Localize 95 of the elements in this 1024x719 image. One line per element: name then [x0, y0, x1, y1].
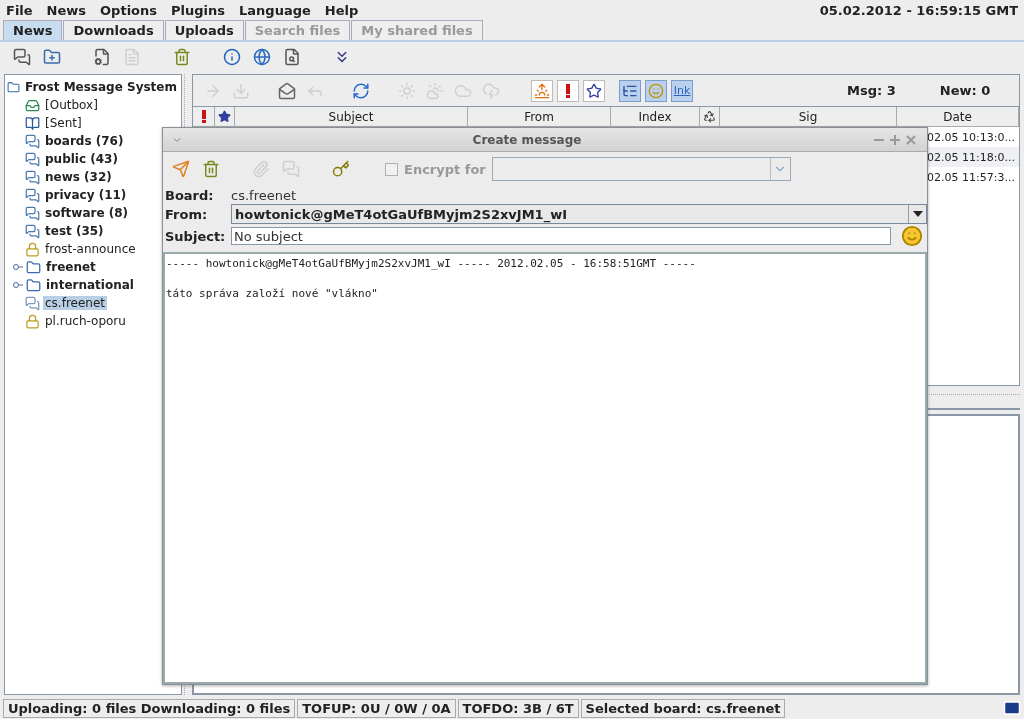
chat-icon	[25, 223, 40, 239]
cloud-sun-icon	[426, 81, 444, 100]
tree-item[interactable]: software (8)	[43, 206, 131, 220]
date-cell: 02.05 11:57:3...	[927, 170, 1015, 184]
collapsed-handle-icon[interactable]	[13, 263, 23, 271]
exclamation-icon	[566, 83, 570, 98]
exclamation-icon	[201, 110, 206, 123]
chat-icon	[25, 205, 40, 221]
chat-icon	[25, 295, 40, 311]
globe-icon	[253, 48, 271, 66]
menu-item[interactable]: Language	[239, 2, 311, 18]
tree-item[interactable]: freenet	[44, 260, 98, 274]
status-field: Uploading: 0 files Downloading: 0 files	[3, 698, 296, 718]
board-value: cs.freenet	[231, 187, 298, 203]
collapsed-handle-icon[interactable]	[13, 281, 23, 289]
recycle-icon	[703, 110, 716, 123]
tree-item[interactable]: international	[44, 278, 136, 292]
board-label: Board:	[165, 187, 215, 203]
status-field: TOFDO: 3B / 6T	[457, 698, 579, 718]
send-icon	[172, 160, 190, 178]
from-dropdown[interactable]: howtonick@gMeT4otGaUfBMyjm2S2xvJM1_wI	[231, 204, 927, 224]
subject-field[interactable]: No subject	[231, 227, 891, 245]
signature-line: ----- howtonick@gMeT4otGaUfBMyjm2S2xvJM1_wI ----- 2012.02.05 - 16:58:51GMT -----	[166, 257, 697, 272]
menu-item[interactable]: News	[46, 2, 87, 18]
chat-icon	[25, 133, 40, 149]
smiley-icon[interactable]	[901, 225, 923, 247]
tab[interactable]: Uploads	[164, 20, 244, 40]
from-label: From:	[165, 206, 209, 222]
window-title: Create message	[471, 132, 583, 147]
star-icon	[586, 82, 602, 99]
storm-icon	[482, 81, 500, 100]
tree-item[interactable]: news (32)	[43, 170, 114, 184]
tree-item[interactable]: pl.ruch-oporu	[43, 314, 128, 328]
paperclip-icon	[252, 160, 270, 178]
chat-icon	[25, 187, 40, 203]
chat-icon	[25, 151, 40, 167]
tree-item[interactable]: frost-announce	[43, 242, 138, 256]
date-cell: 02.05 11:18:0...	[927, 150, 1015, 164]
key-icon	[332, 160, 350, 178]
document-icon	[93, 48, 111, 66]
menu-item[interactable]: Help	[324, 2, 359, 18]
status-field: Selected board: cs.freenet	[580, 698, 786, 718]
tree-item[interactable]: Frost Message System	[23, 80, 179, 94]
smiley-icon	[648, 82, 664, 99]
toggle-button[interactable]	[531, 79, 553, 102]
tree-item[interactable]: cs.freenet	[43, 296, 108, 310]
tab[interactable]: Downloads	[63, 20, 164, 40]
new-count: New: 0	[939, 83, 991, 98]
tree-item[interactable]: [Sent]	[43, 116, 84, 130]
lock-icon	[25, 241, 40, 257]
menu-item[interactable]: File	[6, 2, 33, 18]
mail-icon[interactable]	[1003, 699, 1021, 717]
date-cell: 02.05 10:13:0...	[927, 130, 1015, 144]
chat-icon	[13, 48, 31, 66]
menu-item[interactable]: Options	[100, 2, 157, 18]
star-icon	[218, 110, 231, 123]
chat-icon	[25, 169, 40, 185]
folder-icon	[26, 259, 41, 275]
message-count: Msg: 3	[847, 83, 896, 98]
chat-icon	[282, 160, 300, 178]
subject-label: Subject:	[165, 228, 227, 244]
folder-icon	[26, 277, 41, 293]
tab[interactable]: News	[3, 20, 63, 40]
tree-item[interactable]: public (43)	[43, 152, 120, 166]
toggle-button[interactable]	[557, 79, 579, 102]
link-toggle[interactable]: Ink	[671, 79, 693, 102]
book-icon	[25, 115, 40, 131]
outbox-icon	[25, 97, 40, 113]
trash-icon	[202, 160, 220, 178]
tree-item[interactable]: privacy (11)	[43, 188, 129, 202]
dropdown-arrow-icon	[912, 211, 923, 217]
info-icon	[223, 48, 241, 66]
toggle-button[interactable]	[619, 79, 641, 102]
menu-item[interactable]: Plugins	[171, 2, 225, 18]
tree-item[interactable]: [Outbox]	[43, 98, 100, 112]
encrypt-label: Encrypt for	[404, 161, 486, 177]
trash-icon	[173, 48, 191, 66]
clock: 05.02.2012 - 16:59:15 GMT	[819, 2, 1018, 18]
tree-item[interactable]: boards (76)	[43, 134, 126, 148]
status-field: TOFUP: 0U / 0W / 0A	[297, 698, 456, 718]
refresh-icon	[352, 81, 370, 100]
folder-icon	[43, 48, 61, 66]
recipient-dropdown[interactable]	[491, 157, 791, 181]
toggle-button[interactable]	[583, 79, 605, 102]
message-body[interactable]: ----- howtonick@gMeT4otGaUfBMyjm2S2xvJM1_wI ----- 2012.02.05 - 16:58:51GMT ----- táto správa založí nové "vlákno"	[163, 252, 927, 684]
message-text: táto správa založí nové "vlákno"	[166, 287, 379, 302]
tree-item[interactable]: test (35)	[43, 224, 106, 238]
toggle-button[interactable]	[645, 79, 667, 102]
sun-icon	[398, 81, 416, 100]
search-icon	[283, 48, 301, 66]
folder-icon	[7, 79, 20, 95]
envelope-icon	[278, 81, 296, 100]
document-icon	[123, 48, 141, 66]
lock-icon	[25, 313, 40, 329]
download-icon	[232, 81, 250, 100]
